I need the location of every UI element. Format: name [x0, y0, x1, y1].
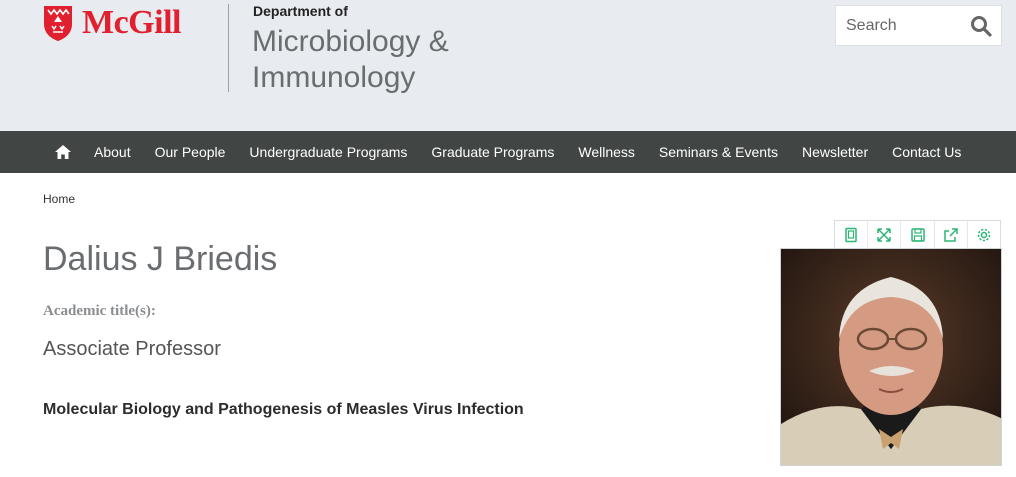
breadcrumb[interactable]: Home: [43, 192, 75, 206]
department-name-line2: Immunology: [252, 61, 416, 94]
academic-title-label: Academic title(s):: [43, 303, 156, 319]
share-button[interactable]: [935, 221, 968, 248]
home-icon[interactable]: [55, 145, 71, 159]
profile-photo: [780, 248, 1002, 466]
settings-icon: [977, 228, 991, 241]
bookmark-button[interactable]: [835, 221, 869, 248]
header-divider: [228, 4, 229, 92]
settings-button[interactable]: [968, 221, 1000, 248]
save-button[interactable]: [901, 221, 935, 248]
mcgill-logo[interactable]: McGill: [42, 4, 181, 42]
nav-item-graduate-programs[interactable]: Graduate Programs: [431, 144, 554, 160]
nav-item-our-people[interactable]: Our People: [155, 144, 226, 160]
academic-title-value: Associate Professor: [43, 338, 221, 360]
bookmark-icon: [845, 227, 857, 242]
main-nav: About Our People Undergraduate Programs …: [0, 131, 1016, 173]
save-icon: [910, 227, 925, 242]
research-interest: Molecular Biology and Pathogenesis of Me…: [43, 401, 524, 418]
page-title: Dalius J Briedis: [43, 240, 278, 278]
nav-item-undergraduate-programs[interactable]: Undergraduate Programs: [249, 144, 407, 160]
search-icon[interactable]: [970, 15, 992, 37]
expand-button[interactable]: [868, 221, 902, 248]
department-name-line1: Microbiology &: [252, 25, 449, 58]
nav-item-contact-us[interactable]: Contact Us: [892, 144, 961, 160]
nav-item-newsletter[interactable]: Newsletter: [802, 144, 868, 160]
search-input[interactable]: [836, 16, 966, 35]
profile-toolbar: [834, 220, 1001, 249]
nav-item-wellness[interactable]: Wellness: [578, 144, 635, 160]
department-label: Department of: [253, 3, 348, 19]
site-header: McGill Department of Microbiology & Immu…: [0, 0, 1016, 131]
mcgill-shield-icon: [44, 6, 72, 41]
logo-text: McGill: [82, 4, 181, 41]
search-box: [835, 5, 1002, 46]
department-name[interactable]: Microbiology & Immunology: [252, 24, 449, 96]
nav-item-seminars-events[interactable]: Seminars & Events: [659, 144, 778, 160]
nav-item-about[interactable]: About: [94, 144, 131, 160]
expand-icon: [877, 227, 892, 242]
share-icon: [943, 227, 958, 242]
